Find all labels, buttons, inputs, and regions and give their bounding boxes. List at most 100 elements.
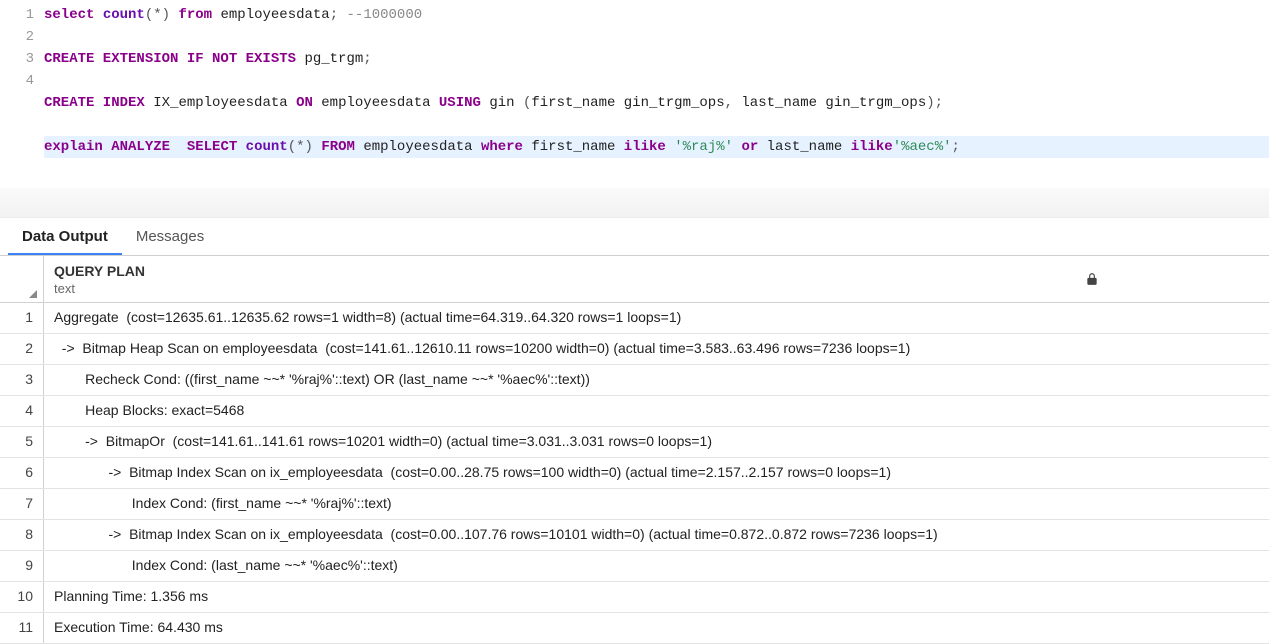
token-op [615, 139, 623, 155]
table-row[interactable]: 10Planning Time: 1.356 ms [0, 582, 1269, 613]
token-kw: explain [44, 139, 103, 155]
row-number[interactable]: 1 [0, 303, 44, 333]
grid-header-row: QUERY PLAN text [0, 256, 1269, 303]
token-op [288, 95, 296, 111]
token-kw: select [44, 7, 94, 23]
column-type: text [54, 281, 145, 297]
token-kw: ilike [851, 139, 893, 155]
row-number[interactable]: 6 [0, 458, 44, 488]
token-kw: SELECT [187, 139, 237, 155]
row-number[interactable]: 10 [0, 582, 44, 612]
editor-gutter: 1234 [0, 4, 44, 180]
result-grid: QUERY PLAN text 1Aggregate (cost=12635.6… [0, 256, 1269, 644]
table-row[interactable]: 8 -> Bitmap Index Scan on ix_employeesda… [0, 520, 1269, 551]
query-plan-cell[interactable]: Index Cond: (first_name ~~* '%raj%'::tex… [44, 489, 1269, 519]
table-row[interactable]: 2 -> Bitmap Heap Scan on employeesdata (… [0, 334, 1269, 365]
code-line[interactable]: select count(*) from employeesdata; --10… [44, 4, 1269, 26]
table-row[interactable]: 7 Index Cond: (first_name ~~* '%raj%'::t… [0, 489, 1269, 520]
table-row[interactable]: 6 -> Bitmap Index Scan on ix_employeesda… [0, 458, 1269, 489]
query-plan-cell[interactable]: -> BitmapOr (cost=141.61..141.61 rows=10… [44, 427, 1269, 457]
token-op [666, 139, 674, 155]
token-ident: first_name [531, 139, 615, 155]
token-kw: CREATE EXTENSION IF NOT EXISTS [44, 51, 296, 67]
token-op: ) [305, 139, 322, 155]
code-line[interactable]: CREATE INDEX IX_employeesdata ON employe… [44, 92, 1269, 114]
token-kw: FROM [321, 139, 355, 155]
table-row[interactable]: 9 Index Cond: (last_name ~~* '%aec%'::te… [0, 551, 1269, 582]
token-op: * [153, 7, 161, 23]
query-plan-cell[interactable]: Execution Time: 64.430 ms [44, 613, 1269, 643]
token-ident: IX_employeesdata [153, 95, 287, 111]
token-op: ; [330, 7, 347, 23]
token-fn: count [103, 7, 145, 23]
panel-separator [0, 188, 1269, 218]
row-number[interactable]: 9 [0, 551, 44, 581]
token-kw: USING [439, 95, 481, 111]
query-plan-cell[interactable]: Heap Blocks: exact=5468 [44, 396, 1269, 426]
table-row[interactable]: 11Execution Time: 64.430 ms [0, 613, 1269, 644]
token-ident: employeesdata [220, 7, 329, 23]
table-row[interactable]: 5 -> BitmapOr (cost=141.61..141.61 rows=… [0, 427, 1269, 458]
row-number[interactable]: 8 [0, 520, 44, 550]
table-row[interactable]: 1Aggregate (cost=12635.61..12635.62 rows… [0, 303, 1269, 334]
query-plan-cell[interactable]: Recheck Cond: ((first_name ~~* '%raj%'::… [44, 365, 1269, 395]
token-kw: ANALYZE [111, 139, 170, 155]
query-plan-cell[interactable]: Planning Time: 1.356 ms [44, 582, 1269, 612]
row-number[interactable]: 11 [0, 613, 44, 643]
column-header-query-plan[interactable]: QUERY PLAN text [44, 257, 1269, 301]
query-plan-cell[interactable]: Index Cond: (last_name ~~* '%aec%'::text… [44, 551, 1269, 581]
token-op: ( [288, 139, 296, 155]
row-number[interactable]: 3 [0, 365, 44, 395]
token-ident: last_name gin_trgm_ops [741, 95, 926, 111]
query-plan-cell[interactable]: -> Bitmap Heap Scan on employeesdata (co… [44, 334, 1269, 364]
tab-data-output[interactable]: Data Output [8, 218, 122, 255]
row-number[interactable]: 5 [0, 427, 44, 457]
grid-select-all[interactable] [0, 256, 44, 302]
line-number: 3 [0, 48, 34, 70]
token-kw: where [481, 139, 523, 155]
token-op [170, 139, 187, 155]
line-number: 4 [0, 70, 34, 92]
line-number: 2 [0, 26, 34, 48]
query-plan-cell[interactable]: -> Bitmap Index Scan on ix_employeesdata… [44, 458, 1269, 488]
table-row[interactable]: 4 Heap Blocks: exact=5468 [0, 396, 1269, 427]
token-kw: ON [296, 95, 313, 111]
code-line[interactable]: explain ANALYZE SELECT count(*) FROM emp… [44, 136, 1269, 158]
row-number[interactable]: 4 [0, 396, 44, 426]
token-op: ; [363, 51, 371, 67]
column-title: QUERY PLAN [54, 263, 145, 281]
row-number[interactable]: 2 [0, 334, 44, 364]
query-plan-cell[interactable]: Aggregate (cost=12635.61..12635.62 rows=… [44, 303, 1269, 333]
token-cmt: --1000000 [347, 7, 423, 23]
code-line[interactable]: CREATE EXTENSION IF NOT EXISTS pg_trgm; [44, 48, 1269, 70]
token-op [842, 139, 850, 155]
token-op [758, 139, 766, 155]
token-op: * [296, 139, 304, 155]
row-number[interactable]: 7 [0, 489, 44, 519]
table-row[interactable]: 3 Recheck Cond: ((first_name ~~* '%raj%'… [0, 365, 1269, 396]
token-fn: count [246, 139, 288, 155]
token-op: ( [145, 7, 153, 23]
token-op [237, 139, 245, 155]
token-kw: from [178, 7, 212, 23]
token-op [103, 139, 111, 155]
token-ident: pg_trgm [304, 51, 363, 67]
token-ident: first_name gin_trgm_ops [531, 95, 724, 111]
token-str: '%aec%' [893, 139, 952, 155]
token-kw: ilike [624, 139, 666, 155]
token-op: ; [952, 139, 960, 155]
token-op: , [725, 95, 742, 111]
token-op [473, 139, 481, 155]
token-ident: last_name [767, 139, 843, 155]
sql-editor[interactable]: 1234 select count(*) from employeesdata;… [0, 0, 1269, 188]
query-plan-cell[interactable]: -> Bitmap Index Scan on ix_employeesdata… [44, 520, 1269, 550]
token-op: ( [515, 95, 532, 111]
output-tabs: Data Output Messages [0, 218, 1269, 256]
token-op: ); [926, 95, 943, 111]
token-op [431, 95, 439, 111]
editor-lines[interactable]: select count(*) from employeesdata; --10… [44, 4, 1269, 180]
lock-icon [1085, 272, 1259, 289]
token-kw: or [741, 139, 758, 155]
tab-messages[interactable]: Messages [122, 218, 218, 255]
token-ident: employeesdata [363, 139, 472, 155]
